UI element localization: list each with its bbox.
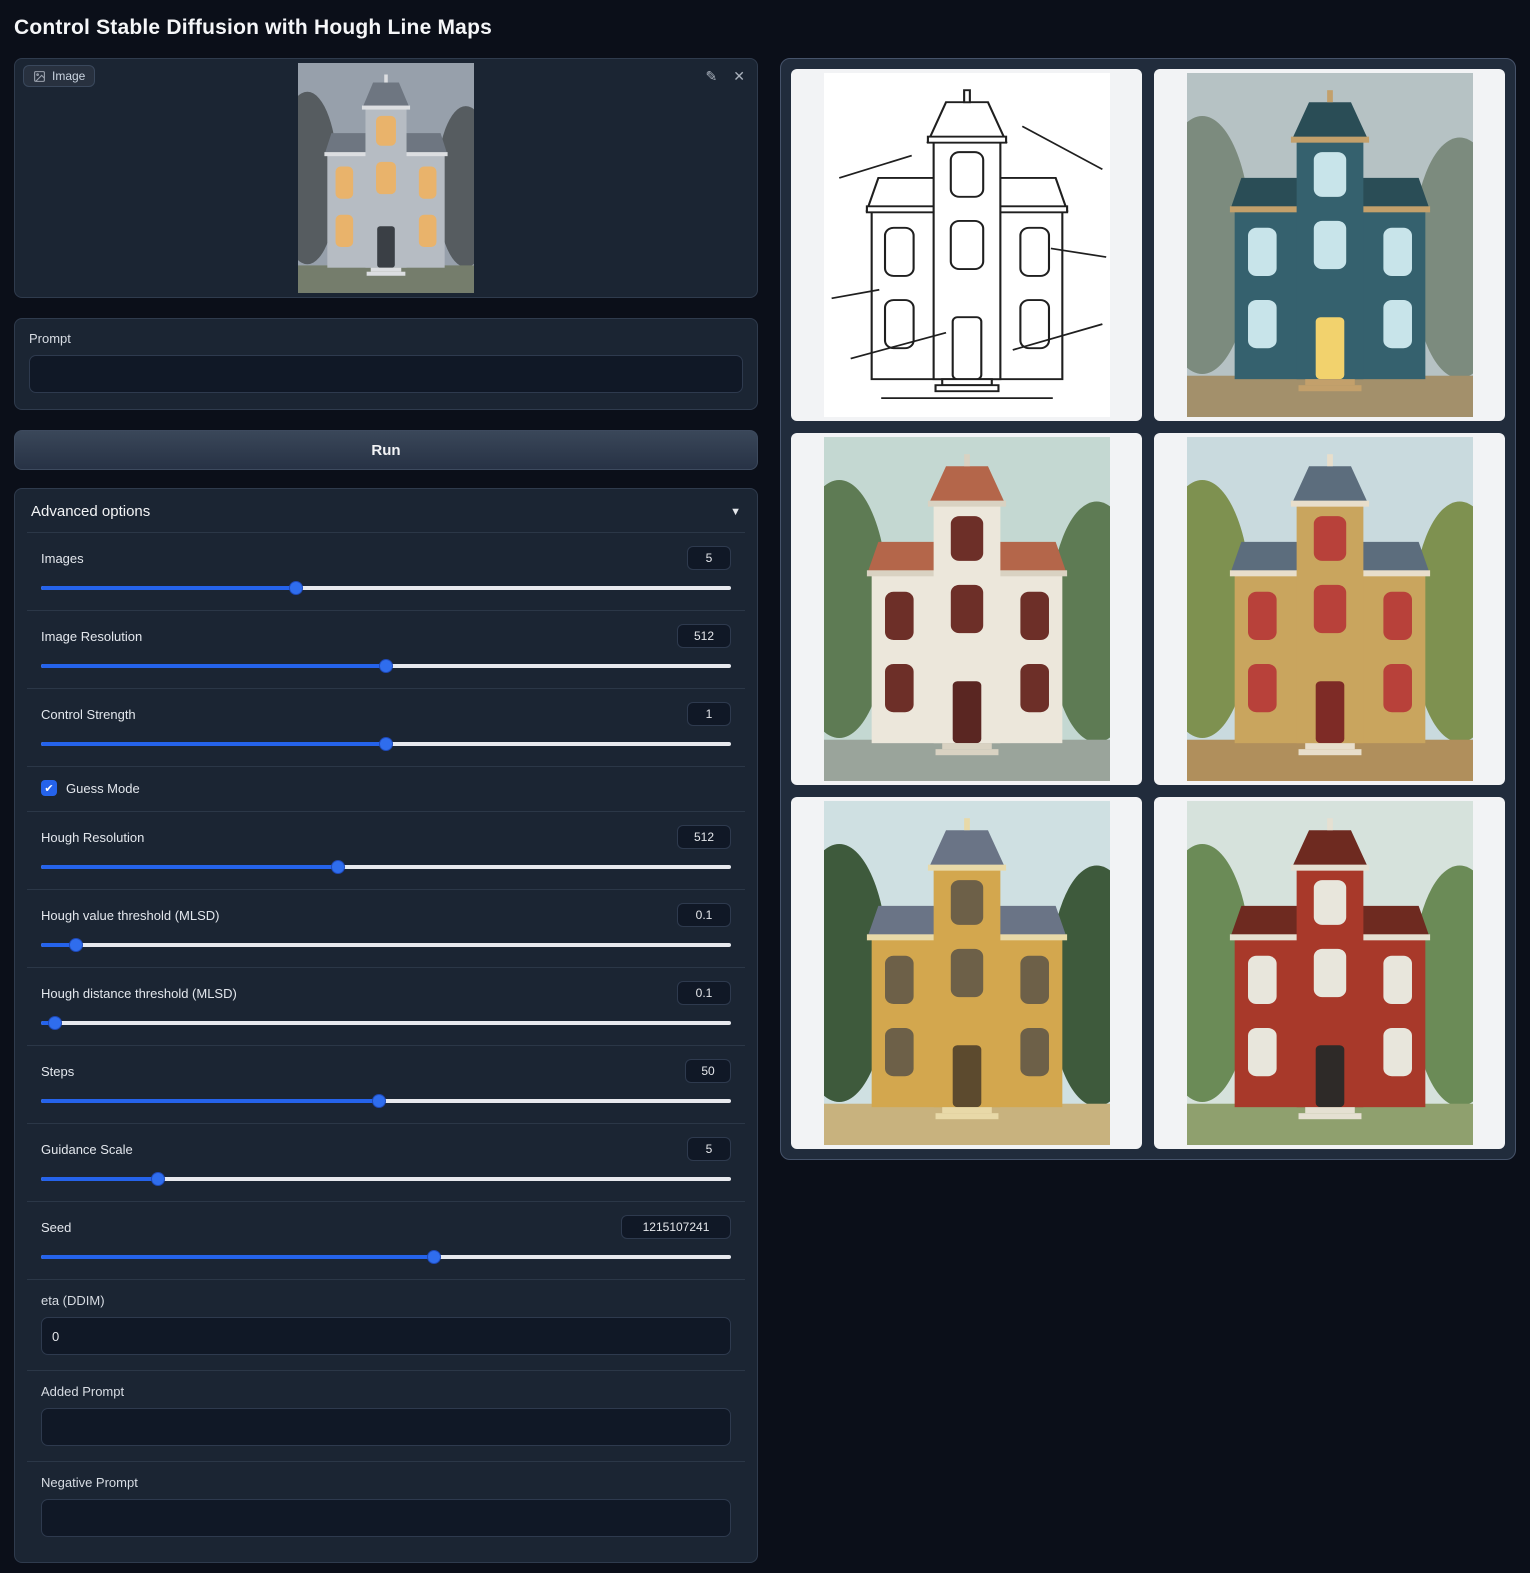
slider-label-seed: Seed xyxy=(41,1220,71,1235)
page-title: Control Stable Diffusion with Hough Line… xyxy=(14,16,1516,40)
image-upload[interactable]: Image ✎ ✕ xyxy=(14,58,758,298)
advanced-group-guess-mode: ✔ Guess Mode xyxy=(27,766,745,811)
slider-value-seed[interactable] xyxy=(621,1215,731,1239)
slider-value-guidance-scale[interactable] xyxy=(687,1137,731,1161)
chevron-down-icon: ▼ xyxy=(730,506,741,518)
slider-label-hough-value-threshold-mlsd: Hough value threshold (MLSD) xyxy=(41,908,219,923)
main-columns: Image ✎ ✕ Prompt Run Advanced options ▼ xyxy=(14,58,1516,1563)
advanced-options-header[interactable]: Advanced options ▼ xyxy=(15,489,757,532)
field-input-eta-ddim[interactable] xyxy=(41,1317,731,1355)
gallery-image-hough-line-map xyxy=(824,73,1110,417)
image-upload-label: Image xyxy=(23,65,95,87)
result-gallery xyxy=(780,58,1516,1160)
slider-label-image-resolution: Image Resolution xyxy=(41,629,142,644)
slider-value-control-strength[interactable] xyxy=(687,702,731,726)
advanced-group-hough-resolution: Hough Resolution xyxy=(27,811,745,889)
advanced-group-steps: Steps xyxy=(27,1045,745,1123)
checkbox-label-guess-mode[interactable]: Guess Mode xyxy=(66,781,140,796)
slider-value-images[interactable] xyxy=(687,546,731,570)
advanced-options-accordion: Advanced options ▼ Images Image Resolutio… xyxy=(14,488,758,1563)
advanced-group-hough-value-threshold-mlsd: Hough value threshold (MLSD) xyxy=(27,889,745,967)
slider-handle-hough-distance-threshold-mlsd[interactable] xyxy=(48,1016,62,1030)
advanced-group-guidance-scale: Guidance Scale xyxy=(27,1123,745,1201)
run-button[interactable]: Run xyxy=(14,430,758,470)
slider-label-control-strength: Control Strength xyxy=(41,707,136,722)
gallery-image-teal-victorian-painting xyxy=(1187,73,1473,417)
slider-label-guidance-scale: Guidance Scale xyxy=(41,1142,133,1157)
slider-handle-image-resolution[interactable] xyxy=(379,659,393,673)
slider-label-hough-resolution: Hough Resolution xyxy=(41,830,144,845)
slider-seed[interactable] xyxy=(41,1250,731,1264)
gallery-item-hough-line-map[interactable] xyxy=(791,69,1142,421)
slider-value-steps[interactable] xyxy=(685,1059,731,1083)
slider-handle-hough-value-threshold-mlsd[interactable] xyxy=(69,938,83,952)
advanced-group-negative-prompt: Negative Prompt xyxy=(27,1461,745,1552)
advanced-group-seed: Seed xyxy=(27,1201,745,1279)
slider-control-strength[interactable] xyxy=(41,737,731,751)
advanced-group-hough-distance-threshold-mlsd: Hough distance threshold (MLSD) xyxy=(27,967,745,1045)
advanced-group-added-prompt: Added Prompt xyxy=(27,1370,745,1461)
field-label-negative-prompt: Negative Prompt xyxy=(41,1475,731,1490)
slider-handle-control-strength[interactable] xyxy=(379,737,393,751)
slider-hough-distance-threshold-mlsd[interactable] xyxy=(41,1016,731,1030)
slider-label-images: Images xyxy=(41,551,84,566)
field-input-negative-prompt[interactable] xyxy=(41,1499,731,1537)
slider-label-steps: Steps xyxy=(41,1064,74,1079)
prompt-input[interactable] xyxy=(29,355,743,393)
slider-handle-images[interactable] xyxy=(289,581,303,595)
gallery-item-teal-victorian-painting[interactable] xyxy=(1154,69,1505,421)
advanced-group-eta-ddim: eta (DDIM) xyxy=(27,1279,745,1370)
advanced-group-control-strength: Control Strength xyxy=(27,688,745,766)
checkbox-guess-mode[interactable]: ✔ xyxy=(41,780,57,796)
slider-guidance-scale[interactable] xyxy=(41,1172,731,1186)
image-upload-label-text: Image xyxy=(52,69,85,83)
advanced-group-image-resolution: Image Resolution xyxy=(27,610,745,688)
advanced-group-images: Images xyxy=(27,532,745,610)
advanced-options-body: Images Image Resolution Control Strength ✔ G… xyxy=(15,532,757,1552)
slider-hough-value-threshold-mlsd[interactable] xyxy=(41,938,731,952)
gallery-image-tan-victorian-painting xyxy=(1187,437,1473,781)
slider-hough-resolution[interactable] xyxy=(41,860,731,874)
slider-handle-steps[interactable] xyxy=(372,1094,386,1108)
slider-value-hough-resolution[interactable] xyxy=(677,825,731,849)
slider-value-image-resolution[interactable] xyxy=(677,624,731,648)
gallery-image-white-victorian-painting xyxy=(824,437,1110,781)
gallery-image-golden-victorian-painting xyxy=(824,801,1110,1145)
field-label-added-prompt: Added Prompt xyxy=(41,1384,731,1399)
gallery-item-golden-victorian-painting[interactable] xyxy=(791,797,1142,1149)
slider-handle-hough-resolution[interactable] xyxy=(331,860,345,874)
slider-label-hough-distance-threshold-mlsd: Hough distance threshold (MLSD) xyxy=(41,986,237,1001)
advanced-options-title: Advanced options xyxy=(31,503,150,520)
gallery-item-white-victorian-painting[interactable] xyxy=(791,433,1142,785)
controls-column: Image ✎ ✕ Prompt Run Advanced options ▼ xyxy=(14,58,758,1563)
gallery-image-red-brick-victorian-painting xyxy=(1187,801,1473,1145)
input-image xyxy=(298,63,474,293)
prompt-block: Prompt xyxy=(14,318,758,410)
gallery-item-red-brick-victorian-painting[interactable] xyxy=(1154,797,1505,1149)
edit-image-button[interactable]: ✎ xyxy=(704,67,720,85)
image-tools: ✎ ✕ xyxy=(704,67,747,85)
slider-images[interactable] xyxy=(41,581,731,595)
slider-value-hough-distance-threshold-mlsd[interactable] xyxy=(677,981,731,1005)
slider-steps[interactable] xyxy=(41,1094,731,1108)
slider-image-resolution[interactable] xyxy=(41,659,731,673)
gallery-item-tan-victorian-painting[interactable] xyxy=(1154,433,1505,785)
field-input-added-prompt[interactable] xyxy=(41,1408,731,1446)
clear-image-button[interactable]: ✕ xyxy=(731,67,747,85)
input-image-picture xyxy=(298,63,474,293)
field-label-eta-ddim: eta (DDIM) xyxy=(41,1293,731,1308)
prompt-label: Prompt xyxy=(29,331,743,346)
slider-handle-guidance-scale[interactable] xyxy=(151,1172,165,1186)
page: Control Stable Diffusion with Hough Line… xyxy=(0,0,1530,1573)
slider-value-hough-value-threshold-mlsd[interactable] xyxy=(677,903,731,927)
image-icon xyxy=(33,70,46,83)
slider-handle-seed[interactable] xyxy=(427,1250,441,1264)
results-column xyxy=(780,58,1516,1160)
